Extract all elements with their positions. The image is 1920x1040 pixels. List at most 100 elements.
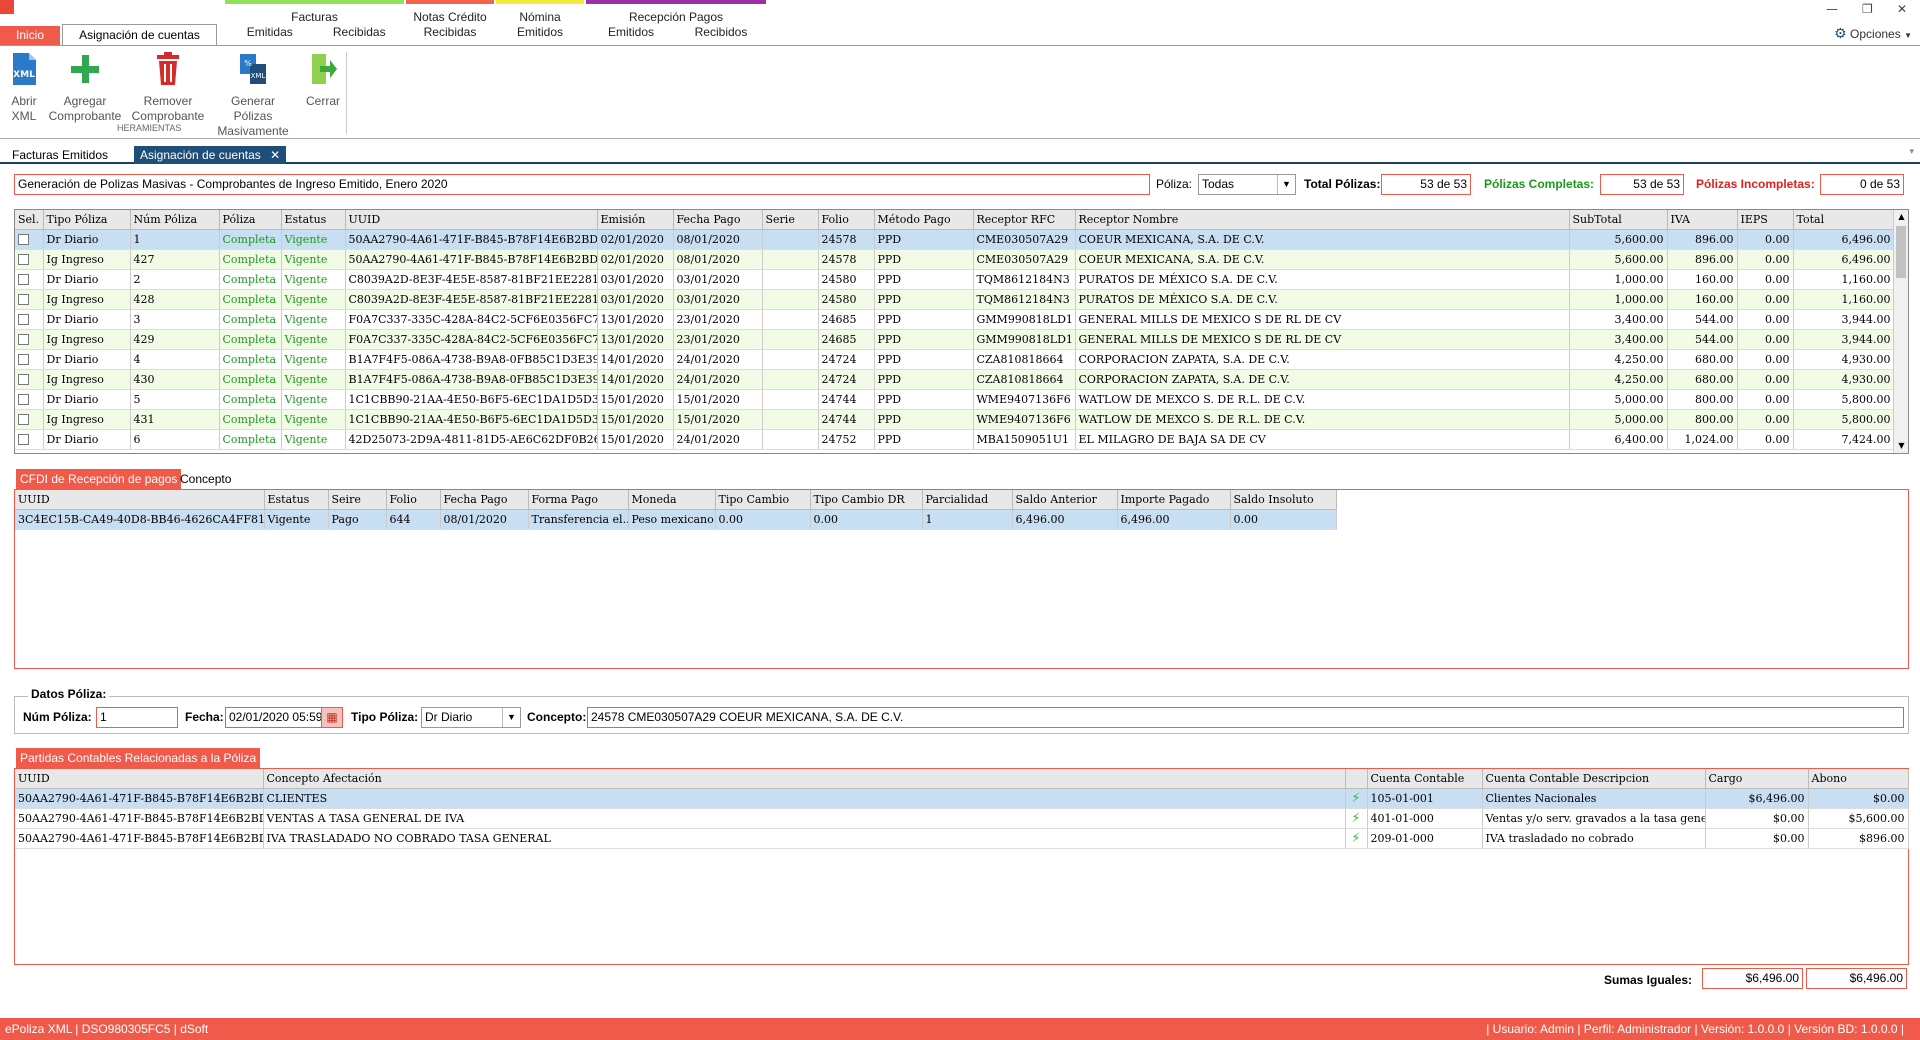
description-field[interactable]: Generación de Polizas Masivas - Comproba…	[14, 174, 1150, 195]
cfdi-col-uuid[interactable]: UUID	[15, 490, 265, 510]
facturas-emitidas-tab[interactable]: Emitidas	[225, 22, 315, 44]
select-cell[interactable]	[15, 369, 44, 390]
cfdi-col-moneda[interactable]: Moneda	[628, 490, 716, 510]
col-header-poliza[interactable]: Póliza	[219, 210, 282, 230]
col-header-tipo-poliza[interactable]: Tipo Póliza	[43, 210, 131, 230]
table-row[interactable]: Ig Ingreso 430 Completa Vigente B1A7F4F5-086…	[15, 369, 1895, 390]
row-checkbox[interactable]	[18, 334, 29, 345]
close-tab-icon[interactable]: ✕	[270, 148, 280, 162]
row-checkbox[interactable]	[18, 374, 29, 385]
table-row[interactable]: 3C4EC15B-CA49-40D8-BB46-4626CA4FF81C Vige…	[15, 509, 1337, 530]
table-row[interactable]: 50AA2790-4A61-471F-B845-B78F14E6B2BD VENT…	[15, 808, 1909, 829]
row-checkbox[interactable]	[18, 294, 29, 305]
select-cell[interactable]	[15, 389, 44, 410]
calendar-icon[interactable]: ▦	[321, 707, 343, 728]
generar-polizas-button[interactable]: % XML Generar Pólizas Masivamente	[211, 52, 295, 139]
row-checkbox[interactable]	[18, 254, 29, 265]
fecha-field[interactable]: 02/01/2020 05:59	[225, 707, 323, 728]
poliza-select[interactable]: Todas ▼	[1198, 174, 1296, 195]
lightning-icon[interactable]: ⚡	[1351, 831, 1360, 846]
pagos-emitidos-tab[interactable]: Emitidos	[586, 22, 676, 44]
cerrar-button[interactable]: Cerrar	[302, 52, 344, 109]
col-header-folio[interactable]: Folio	[818, 210, 875, 230]
row-checkbox[interactable]	[18, 234, 29, 245]
notas-recibidas-tab[interactable]: Recibidas	[406, 22, 494, 44]
col-header-receptor-nombre[interactable]: Receptor Nombre	[1075, 210, 1570, 230]
table-row[interactable]: Dr Diario 1 Completa Vigente 50AA2790-4A61-4…	[15, 229, 1895, 250]
table-row[interactable]: Dr Diario 4 Completa Vigente B1A7F4F5-086A-4…	[15, 349, 1895, 370]
table-row[interactable]: 50AA2790-4A61-471F-B845-B78F14E6B2BD CLIE…	[15, 788, 1909, 809]
facturas-recibidas-tab[interactable]: Recibidas	[315, 22, 405, 44]
tab-inicio[interactable]: Inicio	[0, 26, 60, 45]
vertical-scrollbar[interactable]: ▲ ▼	[1893, 210, 1908, 453]
col-header-fecha-pago[interactable]: Fecha Pago	[673, 210, 763, 230]
lightning-icon[interactable]: ⚡	[1351, 791, 1360, 806]
table-row[interactable]: Dr Diario 5 Completa Vigente 1C1CBB90-21AA-4…	[15, 389, 1895, 410]
table-row[interactable]: Dr Diario 6 Completa Vigente 42D25073-2D9A-4…	[15, 429, 1895, 450]
select-cell[interactable]	[15, 349, 44, 370]
cfdi-col-saldo-anterior[interactable]: Saldo Anterior	[1012, 490, 1118, 510]
col-header-total[interactable]: Total	[1793, 210, 1895, 230]
cfdi-col-parcialidad[interactable]: Parcialidad	[922, 490, 1013, 510]
group-pagos-title[interactable]: Recepción Pagos	[586, 0, 766, 24]
select-cell[interactable]	[15, 289, 44, 310]
col-header-uuid[interactable]: UUID	[345, 210, 598, 230]
table-row[interactable]: Dr Diario 2 Completa Vigente C8039A2D-8E3F-4…	[15, 269, 1895, 290]
scroll-up-icon[interactable]: ▲	[1894, 210, 1908, 224]
abrir-xml-button[interactable]: XML Abrir XML	[6, 52, 42, 124]
concepto-field[interactable]: 24578 CME030507A29 COEUR MEXICANA, S.A. …	[587, 707, 1904, 728]
cfdi-col-fecha-pago[interactable]: Fecha Pago	[440, 490, 529, 510]
select-cell[interactable]	[15, 249, 44, 270]
cfdi-col-estatus[interactable]: Estatus	[264, 490, 329, 510]
cfdi-col-importe-pagado[interactable]: Importe Pagado	[1117, 490, 1231, 510]
pagos-recibidos-tab[interactable]: Recibidos	[676, 22, 766, 44]
row-checkbox[interactable]	[18, 274, 29, 285]
row-checkbox[interactable]	[18, 434, 29, 445]
tab-cfdi-recepcion-pagos[interactable]: CFDI de Recepción de pagos	[16, 469, 182, 489]
col-header-num-poliza[interactable]: Núm Póliza	[130, 210, 220, 230]
close-icon[interactable]: ✕	[1897, 2, 1907, 16]
cfdi-col-saldo-insoluto[interactable]: Saldo Insoluto	[1230, 490, 1337, 510]
minimize-icon[interactable]: —	[1826, 2, 1838, 16]
lightning-icon[interactable]: ⚡	[1351, 811, 1360, 826]
nomina-emitidos-tab[interactable]: Emitidos	[496, 22, 584, 44]
restore-icon[interactable]: ❐	[1862, 2, 1873, 16]
cfdi-col-tipo-cambio[interactable]: Tipo Cambio	[715, 490, 811, 510]
select-cell[interactable]	[15, 409, 44, 430]
cfdi-col-forma-pago[interactable]: Forma Pago	[528, 490, 629, 510]
scroll-down-icon[interactable]: ▼	[1894, 439, 1908, 453]
partidas-col-cargo[interactable]: Cargo	[1705, 769, 1809, 789]
partidas-col-uuid[interactable]: UUID	[15, 769, 264, 789]
select-cell[interactable]	[15, 309, 44, 330]
cfdi-col-tipo-cambio-dr[interactable]: Tipo Cambio DR	[810, 490, 923, 510]
remover-comprobante-button[interactable]: Remover Comprobante	[130, 52, 206, 124]
table-row[interactable]: Ig Ingreso 427 Completa Vigente 50AA2790-4A6…	[15, 249, 1895, 270]
table-row[interactable]: Ig Ingreso 431 Completa Vigente 1C1CBB90-21A…	[15, 409, 1895, 430]
num-poliza-field[interactable]: 1	[96, 707, 178, 728]
partidas-col-concepto-afectacion[interactable]: Concepto Afectación	[263, 769, 1346, 789]
col-header-subtotal[interactable]: SubTotal	[1569, 210, 1668, 230]
partidas-col-cuenta-contable-descripcion[interactable]: Cuenta Contable Descripcion	[1482, 769, 1706, 789]
scroll-thumb[interactable]	[1896, 226, 1906, 278]
row-checkbox[interactable]	[18, 414, 29, 425]
table-row[interactable]: Ig Ingreso 428 Completa Vigente C8039A2D-8E3…	[15, 289, 1895, 310]
cfdi-col-seire[interactable]: Seire	[328, 490, 387, 510]
cfdi-col-folio[interactable]: Folio	[386, 490, 441, 510]
opciones-menu[interactable]: ⚙ Opciones ▼	[1834, 25, 1912, 42]
partida-action-cell[interactable]: ⚡	[1345, 788, 1368, 809]
partidas-col-action[interactable]	[1345, 769, 1368, 789]
doc-tab-facturas-emitidos[interactable]: Facturas Emitidos	[6, 146, 114, 164]
row-checkbox[interactable]	[18, 394, 29, 405]
table-row[interactable]: Ig Ingreso 429 Completa Vigente F0A7C337-335…	[15, 329, 1895, 350]
partidas-col-cuenta-contable[interactable]: Cuenta Contable	[1367, 769, 1483, 789]
table-row[interactable]: Dr Diario 3 Completa Vigente F0A7C337-335C-4…	[15, 309, 1895, 330]
col-header-ieps[interactable]: IEPS	[1737, 210, 1794, 230]
table-row[interactable]: 50AA2790-4A61-471F-B845-B78F14E6B2BD IVA …	[15, 828, 1909, 849]
col-header-emision[interactable]: Emisión	[597, 210, 674, 230]
select-cell[interactable]	[15, 429, 44, 450]
row-checkbox[interactable]	[18, 314, 29, 325]
group-facturas-title[interactable]: Facturas	[225, 0, 404, 24]
col-header-metodo-pago[interactable]: Método Pago	[874, 210, 974, 230]
col-header-estatus[interactable]: Estatus	[281, 210, 346, 230]
select-cell[interactable]	[15, 269, 44, 290]
